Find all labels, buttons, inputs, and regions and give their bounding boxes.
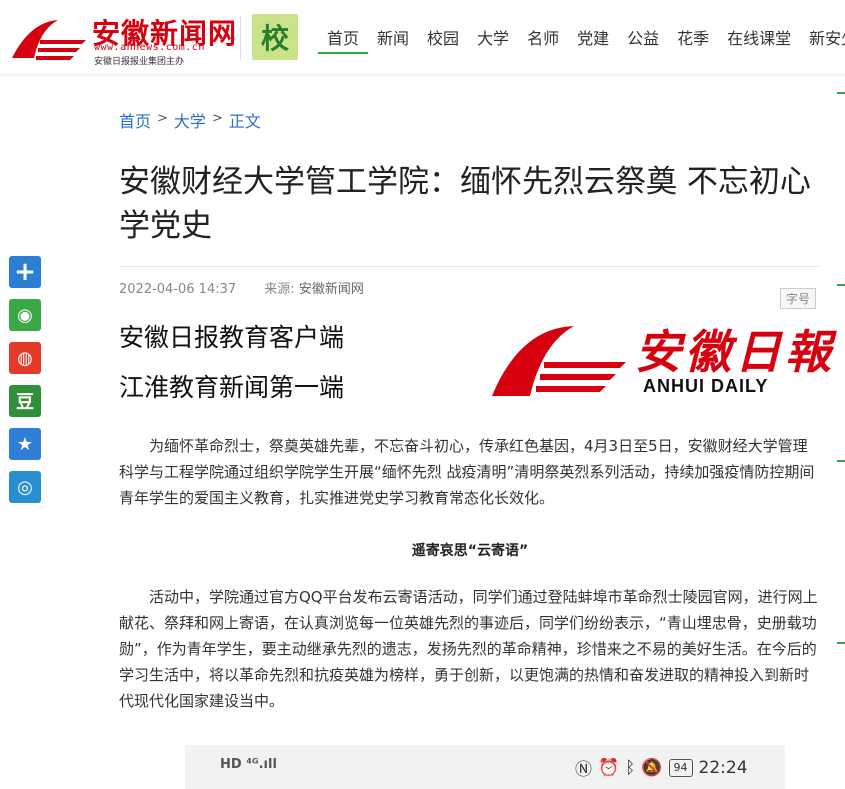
- article-paragraph: 活动中，学院通过官方QQ平台发布云寄语活动，同学们通过登陆蚌埠市革命烈士陵园官网…: [119, 588, 818, 710]
- breadcrumb-home[interactable]: 首页: [119, 108, 151, 132]
- alarm-icon: ⏰: [598, 757, 620, 778]
- anhui-daily-en: ANHUI DAILY: [643, 376, 769, 396]
- source-value: 安徽新闻网: [298, 282, 364, 297]
- banner-line-2: 江淮教育新闻第一端: [119, 373, 345, 402]
- share-plus-icon[interactable]: +: [9, 256, 41, 288]
- breadcrumb-university[interactable]: 大学: [174, 108, 206, 132]
- site-header: 安徽新闻网 www.ahnews.com.cn 安徽日报报业集团主办 校 首页新…: [0, 0, 845, 75]
- embedded-phone-screenshot: HD ⁴ᴳ.ıll Ⓝ ⏰ ᛒ 🔕 94 22:24: [185, 745, 785, 789]
- ahnews-logo-mark-icon: [12, 20, 86, 60]
- side-accent-line: [837, 460, 845, 462]
- logo-divider: [240, 16, 241, 60]
- breadcrumb-separator: >: [211, 111, 223, 126]
- article-title: 安徽财经大学管工学院：缅怀先烈云祭奠 不忘初心学党史: [119, 164, 811, 244]
- mute-icon: 🔕: [641, 757, 663, 778]
- banner-line-1: 安徽日报教育客户端: [119, 323, 345, 352]
- site-url: www.ahnews.com.cn: [94, 42, 205, 53]
- nav-item[interactable]: 大学: [468, 0, 518, 74]
- article-subheading: 遥寄哀思“云寄语”: [411, 543, 529, 559]
- phone-signal-status: HD ⁴ᴳ.ıll: [220, 757, 277, 772]
- bluetooth-icon: ᛒ: [625, 757, 636, 778]
- nav-item[interactable]: 党建: [568, 0, 618, 74]
- anhui-daily-logo: 安徽日報 ANHUI DAILY: [490, 316, 831, 400]
- main-nav: 首页新闻校园大学名师党建公益花季在线课堂新安少: [318, 0, 845, 74]
- qzone-icon[interactable]: ★: [9, 428, 41, 460]
- font-size-button[interactable]: 字号: [780, 288, 817, 309]
- nav-item[interactable]: 花季: [668, 0, 718, 74]
- anhui-daily-cn: 安徽日報: [635, 325, 835, 379]
- source-label: 来源:: [264, 282, 295, 297]
- anhui-daily-mark-icon: [492, 326, 626, 396]
- phone-time: 22:24: [698, 757, 748, 778]
- phone-status-right: Ⓝ ⏰ ᛒ 🔕 94 22:24: [575, 755, 748, 781]
- wechat-icon[interactable]: ◉: [9, 299, 41, 331]
- breadcrumb: 首页 > 大学 > 正文: [119, 108, 261, 132]
- nav-item[interactable]: 公益: [618, 0, 668, 74]
- side-accent-line: [837, 642, 845, 644]
- side-accent-line: [837, 284, 845, 286]
- nav-item[interactable]: 校园: [418, 0, 468, 74]
- nav-item[interactable]: 在线课堂: [718, 0, 800, 74]
- campus-badge[interactable]: 校: [252, 14, 298, 60]
- site-sponsor: 安徽日报报业集团主办: [94, 57, 185, 67]
- nav-item[interactable]: 新安少: [800, 0, 845, 74]
- article-paragraph: 为缅怀革命烈士，祭奠英雄先辈，不忘奋斗初心，传承红色基因，4月3日至5日，安徽财…: [119, 437, 815, 507]
- site-logo[interactable]: 安徽新闻网 www.ahnews.com.cn 安徽日报报业集团主办: [10, 12, 240, 67]
- article-meta: 2022-04-06 14:37 来源: 安徽新闻网: [119, 278, 364, 297]
- share-bar: + ◉ ◍ 豆 ★ ◎: [9, 256, 41, 514]
- nav-item[interactable]: 新闻: [368, 0, 418, 74]
- nfc-icon: Ⓝ: [575, 760, 592, 780]
- weibo-icon[interactable]: ◍: [9, 342, 41, 374]
- side-accent-line: [837, 92, 845, 94]
- battery-indicator: 94: [668, 758, 693, 777]
- publish-date: 2022-04-06 14:37: [119, 282, 237, 297]
- breadcrumb-separator: >: [157, 111, 168, 126]
- douban-icon[interactable]: 豆: [9, 385, 41, 417]
- tencent-weibo-icon[interactable]: ◎: [9, 471, 41, 503]
- nav-item[interactable]: 名师: [518, 0, 568, 74]
- nav-item[interactable]: 首页: [318, 0, 369, 74]
- breadcrumb-current[interactable]: 正文: [229, 108, 261, 132]
- title-divider: [119, 266, 819, 267]
